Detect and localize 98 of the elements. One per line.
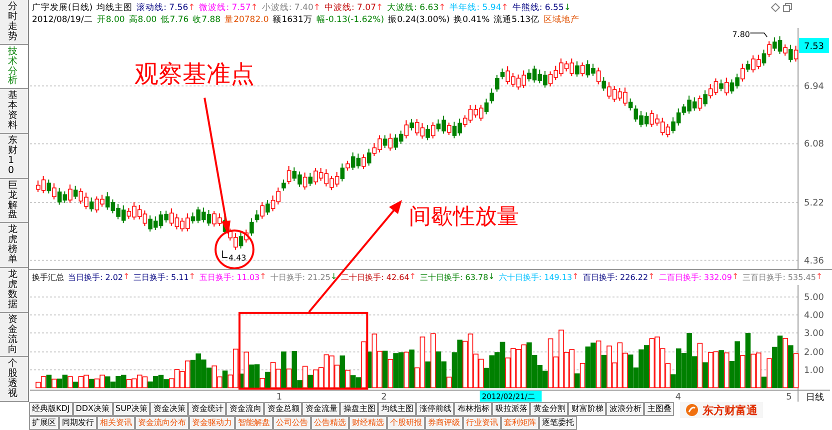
trend-arrow: ↑	[732, 272, 739, 284]
side-tab[interactable]: 巨龙解盘	[0, 178, 28, 224]
price-tick: 4.36	[804, 256, 824, 266]
indicator-tab[interactable]: 均线主图	[378, 402, 416, 416]
indicator-tab[interactable]: 布林指标	[454, 402, 492, 416]
trend-arrow: ↑	[313, 2, 320, 14]
turnover-title: 换手汇总	[32, 272, 64, 284]
indicator-tab[interactable]: 资金决策	[150, 402, 188, 416]
trend-arrow: ↑	[250, 2, 258, 14]
side-tab[interactable]: 东财10	[0, 134, 28, 179]
side-tab[interactable]: 基本资料	[0, 89, 28, 134]
indicator-tab[interactable]: 波浪分析	[606, 402, 644, 416]
time-tick: 4	[675, 393, 682, 402]
quote-value: 量20782.0	[224, 14, 269, 26]
ma-value: 滚动线: 7.56	[136, 2, 188, 14]
annotation-text: 间歇性放量	[409, 204, 520, 230]
quote-value: 开8.00	[96, 14, 125, 26]
quote-value: 换0.41%	[454, 14, 490, 26]
side-tab[interactable]: 分时走势	[0, 0, 28, 45]
quote-value: 幅-0.13(-1.62%)	[316, 14, 384, 26]
turnover-value: 二百日换手: 332.09	[658, 272, 732, 284]
trend-arrow: ↑	[648, 272, 655, 284]
sector-link[interactable]: 区域地产	[544, 14, 580, 26]
indicator-name: 均线主图	[96, 2, 133, 14]
indicator-tab[interactable]: 涨停前线	[416, 402, 454, 416]
side-tab[interactable]: 个股透视	[0, 357, 28, 402]
quote-date: 2012/08/19/二	[32, 14, 93, 26]
indicator-tab[interactable]: DDX决策	[72, 402, 113, 416]
turnover-value: 六十日换手: 149.13	[498, 272, 572, 284]
chart-title: 广宇发展(日线)	[32, 2, 93, 14]
volume-tick: 2.00	[804, 348, 824, 358]
indicator-tab[interactable]: 黄金分割	[530, 402, 568, 416]
quote-value: 低7.76	[160, 14, 189, 26]
indicator-tab[interactable]: 资金流向	[226, 402, 264, 416]
trend-arrow: ↑	[260, 272, 266, 284]
side-tab[interactable]: 技术分析	[0, 44, 28, 90]
indicator-tab[interactable]: 同期发行	[58, 416, 97, 430]
trend-arrow: ↑	[376, 2, 384, 14]
trend-arrow: ↓	[330, 272, 338, 284]
annotation-text: 观察基准点	[134, 60, 255, 88]
trend-arrow: ↑	[123, 272, 130, 284]
turnover-value: 三十日换手: 63.78	[420, 272, 488, 284]
ma-value: 中波线: 7.07	[324, 2, 376, 14]
turnover-value: 三日换手: 5.11	[134, 272, 189, 284]
indicator-tab[interactable]: 逐笔委托	[538, 416, 577, 430]
quote-value: 收7.88	[192, 14, 221, 26]
time-tick: 5	[786, 393, 792, 402]
indicator-tab[interactable]: 资金总额	[264, 402, 302, 416]
turnover-value: 百日换手: 226.22	[582, 272, 648, 284]
trend-arrow: ↑	[501, 2, 508, 14]
side-tab[interactable]: 资金流向	[0, 312, 28, 358]
trend-arrow: ↑	[409, 272, 416, 284]
turnover-value: 三百日换手: 535.45	[742, 272, 816, 284]
indicator-tab[interactable]: 吸拉派落	[492, 402, 530, 416]
indicator-tab[interactable]: 财富阶梯	[568, 402, 606, 416]
indicator-tab[interactable]: 经典版KDJ	[28, 402, 73, 416]
trend-arrow: ↓	[488, 272, 495, 284]
price-tick: 6.08	[804, 140, 824, 150]
turnover-value: 二十日换手: 42.64	[341, 272, 410, 284]
quote-value: 振0.24(3.00%)	[388, 14, 450, 26]
period-label: 日线	[806, 394, 824, 402]
price-tick: 5.22	[804, 198, 824, 208]
quote-value: 额1631万	[272, 14, 312, 26]
volume-tick: 4.00	[804, 311, 824, 322]
side-tab[interactable]: 龙虎榜单	[0, 223, 28, 268]
time-tick: 1	[276, 393, 282, 402]
trend-arrow: ↓	[564, 2, 571, 14]
indicator-tab[interactable]: 资金流量	[302, 402, 340, 416]
indicator-tab[interactable]: 扩展区	[28, 416, 59, 430]
ma-value: 微波线: 7.57	[199, 2, 251, 14]
quote-value: 流通5.13亿	[494, 14, 540, 26]
brand-name: 东方财富通	[702, 402, 758, 418]
ma-value: 大波线: 6.63	[387, 2, 439, 14]
volume-tick: 1.00	[804, 366, 824, 376]
volume-tick: 5.00	[804, 293, 824, 304]
time-tick: 2	[381, 393, 387, 402]
side-tab[interactable]: 龙虎数据	[0, 268, 28, 313]
volume-tick: 3.00	[804, 329, 824, 340]
trend-arrow: ↑	[438, 2, 446, 14]
turnover-value: 十日换手: 21.25	[270, 272, 330, 284]
current-price: 7.53	[804, 42, 824, 52]
indicator-tab[interactable]: 资金统计	[188, 402, 226, 416]
low-price-label: 4.43	[228, 253, 246, 262]
ma-value: 牛熊线: 6.55	[512, 2, 564, 14]
turnover-value: 当日换手: 2.02	[68, 272, 124, 284]
trend-arrow: ↑	[188, 272, 196, 284]
trend-arrow: ↑	[816, 272, 823, 284]
quote-value: 高8.00	[128, 14, 157, 26]
high-price-label: 7.80	[732, 30, 750, 39]
trend-arrow: ↑	[572, 272, 579, 284]
price-tick: 6.94	[804, 82, 824, 92]
trend-arrow: ↑	[188, 2, 196, 14]
indicator-tab[interactable]: SUP决策	[112, 402, 150, 416]
ma-value: 小波线: 7.40	[262, 2, 314, 14]
indicator-tab[interactable]: 操盘主图	[340, 402, 378, 416]
indicator-tab[interactable]: 主图叠	[644, 402, 674, 416]
ma-value: 半年线: 5.94	[450, 2, 502, 14]
turnover-value: 五日换手: 11.03	[200, 272, 260, 284]
